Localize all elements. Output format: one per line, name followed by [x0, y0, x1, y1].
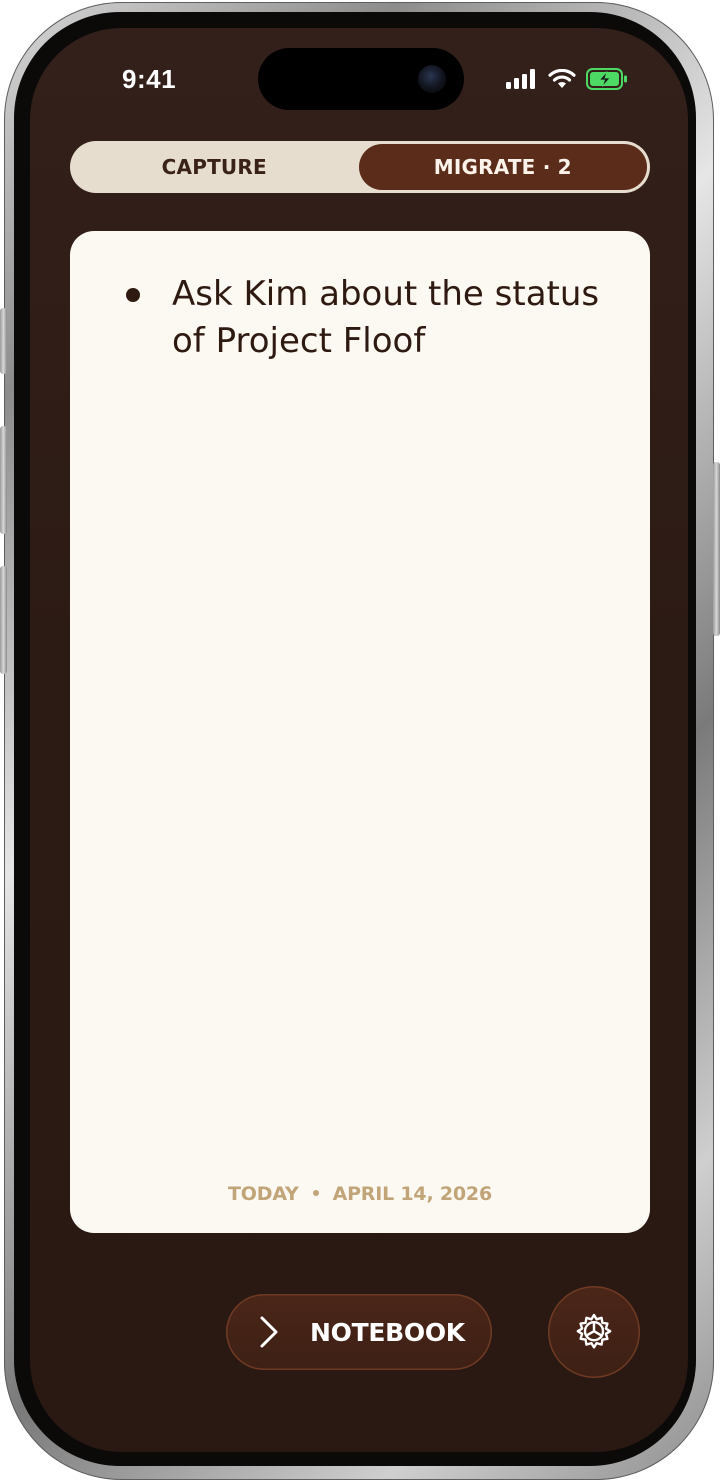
notebook-button[interactable]: NOTEBOOK [226, 1294, 492, 1370]
note-item-text[interactable]: Ask Kim about the status of Project Floo… [172, 271, 616, 365]
footer-date-label: APRIL 14, 2026 [332, 1183, 493, 1205]
mode-switcher: CAPTURE MIGRATE · 2 [70, 141, 650, 193]
status-time: 9:41 [122, 64, 177, 94]
dot-separator-icon [312, 1189, 319, 1196]
dynamic-island [258, 48, 464, 110]
volume-down-button [0, 566, 7, 674]
tab-capture[interactable]: CAPTURE [70, 141, 359, 193]
tab-migrate[interactable]: MIGRATE · 2 [358, 144, 647, 190]
app-screen: 9:41 CAPTURE MIGRATE · 2 Ask Kim about t… [30, 28, 688, 1452]
front-camera [418, 65, 446, 93]
power-button [713, 462, 720, 636]
notebook-button-label: NOTEBOOK [310, 1317, 465, 1347]
status-icons [506, 68, 628, 90]
wifi-icon [548, 69, 576, 88]
note-list-item[interactable]: Ask Kim about the status of Project Floo… [126, 271, 616, 365]
chevron-right-icon [260, 1316, 278, 1348]
footer-day-label: TODAY [228, 1183, 299, 1205]
gear-icon [576, 1313, 612, 1349]
settings-button[interactable] [548, 1286, 640, 1378]
battery-charging-icon [586, 68, 627, 90]
volume-up-button [0, 426, 7, 534]
note-date-footer: TODAY APRIL 14, 2026 [70, 1183, 650, 1205]
note-card: Ask Kim about the status of Project Floo… [70, 231, 650, 1233]
bullet-icon [126, 288, 140, 302]
action-button [0, 308, 7, 374]
cellular-signal-icon [506, 69, 535, 89]
